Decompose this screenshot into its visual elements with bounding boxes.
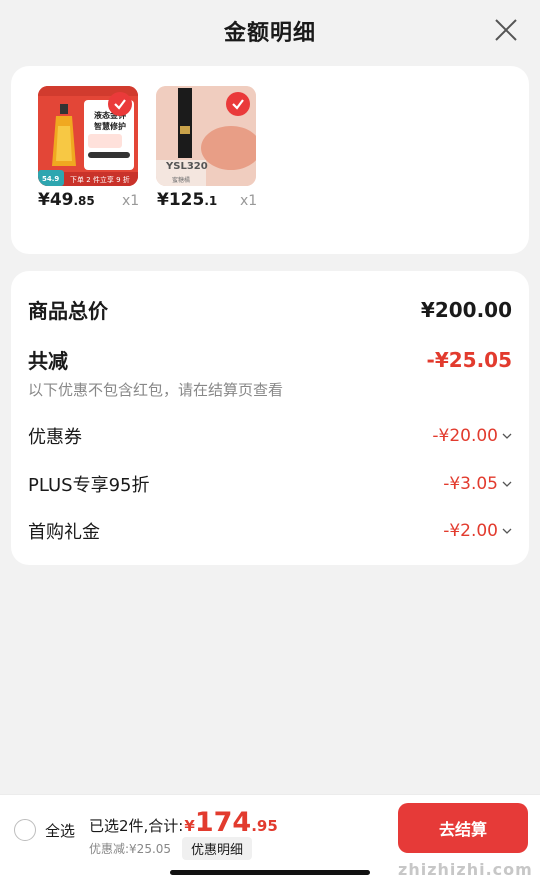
product-price: ¥49 .85 (38, 190, 158, 210)
product-price-dec: .1 (204, 194, 218, 208)
total-amount-dec: .95 (251, 817, 278, 835)
total-row: 商品总价 ¥200.00 (28, 295, 512, 324)
product-promo: 下单 2 件立享 9 折 (70, 176, 130, 184)
discount-item-label: PLUS专享95折 (28, 475, 150, 496)
discount-amount: 优惠减:¥25.05 (89, 842, 172, 856)
discount-item-first-buy[interactable]: 首购礼金 -¥2.00 (28, 518, 512, 544)
selected-count-label: 已选2件,合计: (89, 817, 184, 835)
page-title: 金额明细 (223, 21, 316, 46)
total-summary: 已选2件,合计: ¥ 174 .95 (89, 807, 278, 838)
discount-item-value: -¥20.00 (432, 426, 512, 446)
product-price-int: ¥125 (157, 190, 205, 210)
chevron-down-icon (502, 481, 512, 487)
total-amount-int: 174 (194, 807, 252, 838)
select-all-checkbox[interactable] (14, 819, 36, 841)
minus-label: 共减 (28, 349, 68, 373)
product-price-dec: .85 (73, 194, 95, 208)
checked-icon[interactable] (108, 92, 132, 116)
products-card: 液态金钟 智慧修护 54.9 下单 2 件立享 9 折 ¥49 .85 x1 YS… (11, 66, 529, 254)
total-label: 商品总价 (28, 299, 108, 323)
summary-card: 商品总价 ¥200.00 共减 -¥25.05 以下优惠不包含红包，请在结算页查… (11, 271, 529, 565)
discount-item-value: -¥2.00 (443, 521, 512, 541)
watermark: zhizhizhi.com (398, 860, 533, 879)
product-label: YSL320 (166, 161, 208, 172)
discount-detail-button[interactable]: 优惠明细 (182, 837, 253, 860)
minus-row: 共减 -¥25.05 (28, 345, 512, 374)
total-value: ¥200.00 (420, 297, 512, 322)
product-qty: x1 (122, 193, 140, 209)
product-image: 液态金钟 智慧修护 54.9 下单 2 件立享 9 折 (38, 86, 138, 186)
product-price: ¥125 .1 (157, 190, 277, 210)
product-sub-label: 蜜糖橘 (172, 177, 191, 184)
product-item[interactable]: YSL320 蜜糖橘 (156, 86, 256, 186)
product-qty: x1 (240, 193, 258, 209)
checked-icon[interactable] (226, 92, 250, 116)
chevron-down-icon (502, 528, 512, 534)
discount-item-coupon[interactable]: 优惠券 -¥20.00 (28, 423, 512, 449)
total-currency: ¥ (184, 817, 195, 835)
product-price-int: ¥49 (38, 190, 74, 210)
product-image: YSL320 蜜糖橘 (156, 86, 256, 186)
product-item[interactable]: 液态金钟 智慧修护 54.9 下单 2 件立享 9 折 (38, 86, 138, 186)
product-small-price: 54.9 (42, 175, 60, 183)
close-icon[interactable] (494, 18, 518, 42)
discount-item-label: 首购礼金 (28, 522, 100, 543)
chevron-down-icon (502, 433, 512, 439)
home-indicator (170, 870, 370, 875)
discount-note: 以下优惠不包含红包，请在结算页查看 (28, 381, 284, 399)
discount-item-label: 优惠券 (28, 427, 82, 448)
discount-item-value: -¥3.05 (443, 474, 512, 494)
header: 金额明细 (0, 0, 540, 62)
minus-value: -¥25.05 (426, 347, 512, 372)
select-all-label[interactable]: 全选 (45, 820, 75, 841)
checkout-button[interactable]: 去结算 (398, 803, 528, 853)
discount-item-plus[interactable]: PLUS专享95折 -¥3.05 (28, 471, 512, 497)
